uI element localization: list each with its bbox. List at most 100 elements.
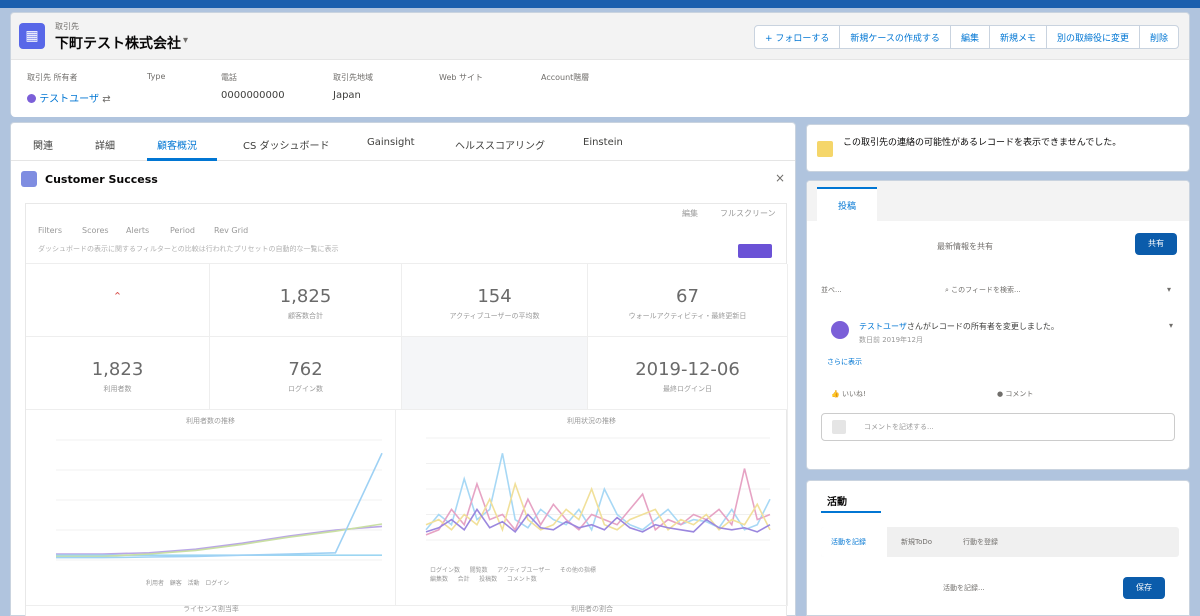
- field-label: Web サイト: [439, 73, 483, 82]
- new-note-button[interactable]: 新規メモ: [988, 25, 1047, 49]
- tab-new-event[interactable]: 行動を登録: [963, 537, 998, 547]
- chevron-down-icon[interactable]: ▾: [1169, 321, 1173, 330]
- kpi-label: ウォールアクティビティ・最終更新日: [628, 312, 747, 320]
- kpi-tile: 762 ログイン数: [210, 337, 402, 410]
- chart-title: 利用者数の推移: [186, 417, 235, 425]
- post-author-link[interactable]: テストユーザ: [859, 322, 907, 331]
- share-prompt[interactable]: 最新情報を共有: [937, 241, 993, 252]
- chart-title: 利用状況の推移: [567, 417, 616, 425]
- legend-item: 活動: [187, 580, 200, 587]
- field-label: 取引先 所有者: [27, 73, 78, 82]
- record-actions: + フォローする 新規ケースの作成する 編集 新規メモ 別の取締役に変更 削除: [753, 25, 1179, 49]
- tab-log-activity[interactable]: 活動を記録: [831, 537, 866, 547]
- kpi-tile: ⌃: [26, 264, 210, 337]
- dashboard-filter[interactable]: Period: [170, 226, 195, 235]
- series-line: [56, 452, 383, 559]
- tab-customer-overview[interactable]: 顧客概況: [157, 137, 197, 152]
- delete-button[interactable]: 削除: [1138, 25, 1179, 49]
- field-website: Web サイト: [439, 72, 483, 90]
- activity-save-button[interactable]: 保存: [1123, 577, 1165, 599]
- kpi-tile: 2019-12-06 最終ログイン日: [588, 337, 788, 410]
- field-label: Account階層: [541, 73, 590, 82]
- dashboard-badge[interactable]: [738, 244, 772, 258]
- series-line: [56, 523, 383, 558]
- sort-dropdown[interactable]: 並べ...: [821, 286, 842, 294]
- tab-new-task[interactable]: 新規ToDo: [901, 537, 932, 547]
- feed-search-text: このフィードを検索...: [951, 286, 1021, 294]
- kpi-value: 154: [477, 286, 512, 307]
- dashboard-filter[interactable]: Filters: [38, 226, 62, 235]
- close-icon[interactable]: ×: [775, 171, 785, 185]
- kpi-label: アクティブユーザーの平均数: [449, 312, 540, 320]
- chart-right: 利用状況の推移 ログイン数 閲覧数 アクティブユーザー その他の指標 編集数 合…: [396, 410, 788, 606]
- tab-details[interactable]: 詳細: [95, 137, 115, 152]
- dashboard-filter[interactable]: Scores: [82, 226, 109, 235]
- legend-item: 閲覧数: [469, 567, 488, 574]
- post-headline: テストユーザさんがレコードの所有者を変更しました。: [859, 321, 1059, 332]
- legend-item: ログイン: [205, 580, 230, 587]
- active-tab-indicator: [147, 158, 217, 161]
- change-owner-icon[interactable]: ⇄: [102, 94, 110, 105]
- chart-title: 利用者の割合: [571, 605, 613, 613]
- legend-item: コメント数: [506, 576, 537, 583]
- like-button[interactable]: 👍 いいね!: [831, 389, 866, 399]
- like-label: いいね!: [841, 390, 866, 398]
- main-content: 関連 詳細 顧客概況 CS ダッシュボード Gainsight ヘルススコアリン…: [10, 122, 796, 616]
- chart-left: 利用者数の推移 利用者 顧客 活動 ログイン: [26, 410, 396, 606]
- tab-post[interactable]: 投稿: [817, 187, 877, 221]
- kpi-tile: 154 アクティブユーザーの平均数: [402, 264, 588, 337]
- kpi-value: 762: [288, 359, 323, 380]
- tab-cs-dashboard[interactable]: CS ダッシュボード: [243, 137, 330, 152]
- kpi-value: 1,823: [91, 359, 144, 380]
- series-line: [425, 481, 771, 533]
- user-trend-chart: [56, 439, 383, 561]
- embedded-dashboard: Filters Scores Alerts Period Rev Grid 編集…: [25, 203, 788, 616]
- chatter-feed: 投稿 最新情報を共有 共有 並べ... ⌕ このフィードを検索... ▾ テスト…: [806, 180, 1190, 470]
- customer-success-header: Customer Success ×: [21, 169, 787, 191]
- field-hierarchy: Account階層: [541, 72, 589, 90]
- record-name: 下町テスト株式会社: [55, 36, 181, 52]
- change-owner-button[interactable]: 別の取締役に変更: [1045, 25, 1140, 49]
- share-button[interactable]: 共有: [1135, 233, 1177, 255]
- dashboard-filter[interactable]: Rev Grid: [214, 226, 248, 235]
- dashboard-search[interactable]: ダッシュボードの表示に関するフィルターとの比較は行われたプリセットの自動的な一覧…: [38, 244, 378, 254]
- comment-button[interactable]: ● コメント: [997, 389, 1033, 399]
- top-brand-bar: [0, 0, 1200, 8]
- account-icon: ▦: [19, 23, 45, 49]
- tab-gainsight[interactable]: Gainsight: [367, 137, 415, 148]
- show-more-link[interactable]: さらに表示: [827, 357, 862, 367]
- dashboard-fullscreen-button[interactable]: フルスクリーン: [720, 208, 776, 219]
- comment-input[interactable]: コメントを記述する...: [821, 413, 1175, 441]
- kpi-label: 顧客数合計: [288, 312, 323, 320]
- legend-item: ログイン数: [430, 567, 461, 574]
- tab-related[interactable]: 関連: [33, 137, 53, 152]
- tab-einstein[interactable]: Einstein: [583, 137, 623, 148]
- filter-icon[interactable]: ▾: [1167, 285, 1171, 294]
- chart-title: ライセンス割当率: [183, 605, 239, 613]
- tab-health-scoring[interactable]: ヘルススコアリング: [455, 137, 545, 152]
- avatar[interactable]: [831, 321, 849, 339]
- chart-legend: 利用者 顧客 活動 ログイン: [146, 578, 229, 587]
- dashboard-toolbar: Filters Scores Alerts Period Rev Grid 編集…: [26, 204, 786, 264]
- field-value: Japan: [333, 90, 361, 101]
- field-type: Type: [147, 72, 165, 90]
- dashboard-filter[interactable]: Alerts: [126, 226, 149, 235]
- follow-button[interactable]: + フォローする: [753, 25, 841, 49]
- new-case-button[interactable]: 新規ケースの作成する: [839, 25, 951, 49]
- dashboard-edit-button[interactable]: 編集: [682, 208, 698, 219]
- like-icon: 👍: [831, 390, 842, 398]
- post-timestamp[interactable]: 数日前 2019年12月: [859, 335, 923, 345]
- edit-button[interactable]: 編集: [949, 25, 990, 49]
- field-value: 0000000000: [221, 90, 285, 101]
- user-avatar-icon: [27, 94, 36, 103]
- field-owner: 取引先 所有者 テストユーザ ⇄: [27, 72, 111, 105]
- record-header: ▦ 取引先 下町テスト株式会社 ▾ + フォローする 新規ケースの作成する 編集…: [10, 12, 1190, 117]
- feed-search[interactable]: ⌕ このフィードを検索...: [945, 285, 1021, 295]
- kpi-label: 利用者数: [103, 385, 132, 393]
- activity-panel: 活動 活動を記録 新規ToDo 行動を登録 活動を記録... 保存: [806, 480, 1190, 616]
- chevron-down-icon[interactable]: ▾: [183, 35, 188, 46]
- activity-prompt[interactable]: 活動を記録...: [943, 583, 985, 593]
- notice-text: この取引先の連絡の可能性があるレコードを表示できませんでした。: [843, 138, 1122, 148]
- field-label: 取引先地域: [333, 73, 373, 82]
- owner-link[interactable]: テストユーザ ⇄: [27, 90, 111, 105]
